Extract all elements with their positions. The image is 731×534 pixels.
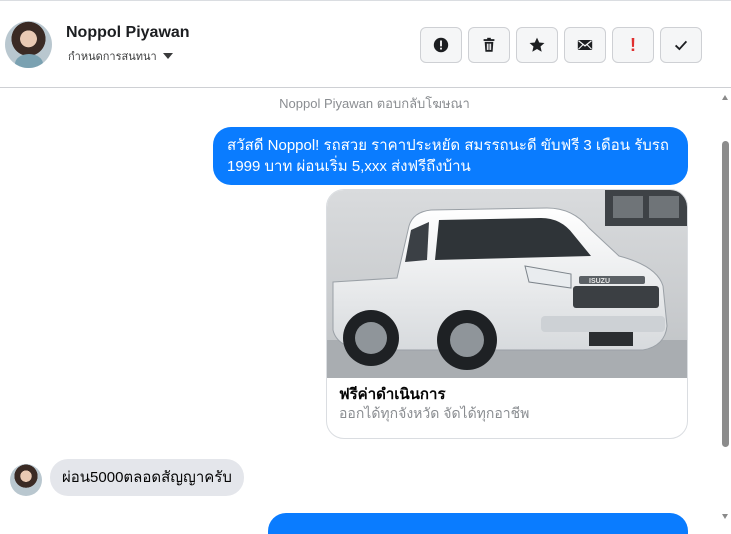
trash-icon bbox=[483, 37, 495, 52]
thread-scrollbar[interactable] bbox=[719, 89, 731, 534]
contact-name[interactable]: Noppol Piyawan bbox=[66, 24, 190, 42]
mark-unread-button[interactable] bbox=[564, 27, 606, 63]
scroll-down-arrow-icon[interactable] bbox=[722, 514, 728, 519]
conversation-toolbar: ! bbox=[420, 27, 702, 63]
delete-button[interactable] bbox=[468, 27, 510, 63]
star-button[interactable] bbox=[516, 27, 558, 63]
ad-card[interactable]: ISUZU ฟรีค่าดำเนินการ ออกได้ทุกจังหวัด จ… bbox=[326, 189, 688, 439]
schedule-label: กำหนดการสนทนา bbox=[68, 51, 157, 63]
brand-badge: ISUZU bbox=[589, 278, 610, 285]
mark-done-button[interactable] bbox=[660, 27, 702, 63]
ad-reply-notice: Noppol Piyawan ตอบกลับโฆษณา bbox=[279, 96, 470, 111]
caret-down-icon bbox=[162, 53, 173, 59]
mark-important-button[interactable]: ! bbox=[612, 27, 654, 63]
conversation-schedule-dropdown[interactable]: กำหนดการสนทนา bbox=[68, 47, 173, 65]
message-thread[interactable]: Noppol Piyawan ตอบกลับโฆษณา สวัสดี Noppo… bbox=[0, 89, 719, 534]
checkmark-icon bbox=[674, 40, 688, 51]
star-icon bbox=[529, 37, 545, 52]
sender-avatar bbox=[10, 464, 42, 496]
contact-avatar[interactable] bbox=[5, 21, 52, 68]
outgoing-message-bubble[interactable]: สวัสดี Noppol! รถสวย ราคาประหยัด สมรรถนะ… bbox=[213, 127, 688, 185]
scroll-up-arrow-icon[interactable] bbox=[722, 95, 728, 100]
scrollbar-thumb[interactable] bbox=[722, 141, 729, 447]
outgoing-message-bubble-partial[interactable] bbox=[268, 513, 688, 534]
report-button[interactable] bbox=[420, 27, 462, 63]
ad-card-subtitle: ออกได้ทุกจังหวัด จัดได้ทุกอาชีพ bbox=[339, 405, 530, 421]
car-photo: ISUZU bbox=[327, 190, 687, 378]
exclamation-icon: ! bbox=[630, 34, 636, 55]
envelope-icon bbox=[577, 40, 593, 50]
conversation-header: Noppol Piyawan กำหนดการสนทนา ! bbox=[0, 0, 731, 88]
report-icon bbox=[433, 37, 449, 53]
incoming-message-bubble[interactable]: ผ่อน5000ตลอดสัญญาครับ bbox=[50, 459, 244, 496]
